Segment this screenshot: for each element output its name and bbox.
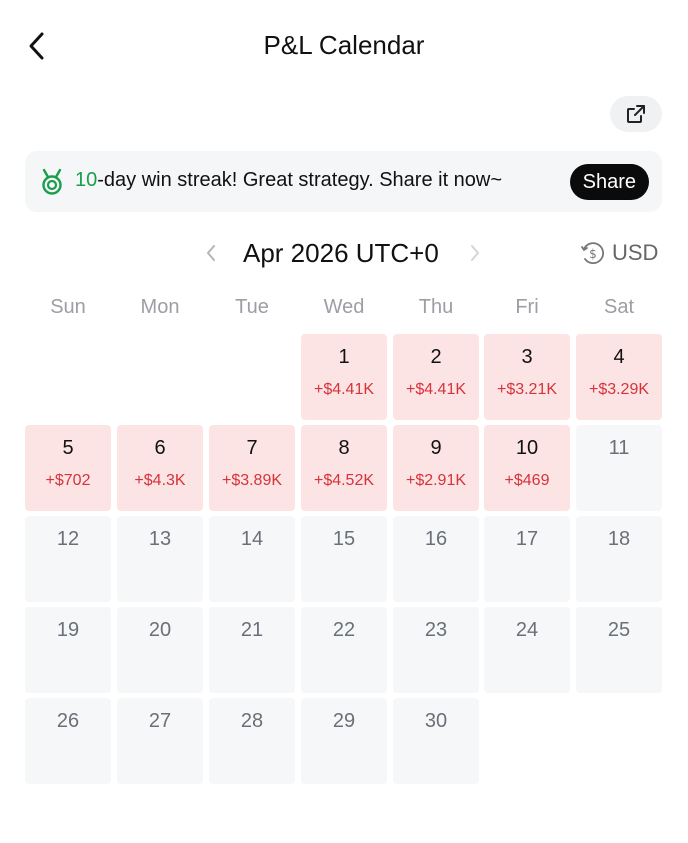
day-number: 14 [240, 528, 264, 550]
day-number: 9 [430, 437, 442, 459]
day-number: 16 [424, 528, 448, 550]
weekday-tue: Tue [235, 296, 269, 318]
day-cell[interactable]: 26 [25, 698, 111, 784]
header: P&L Calendar [0, 0, 688, 94]
day-cell[interactable]: 2 +$4.41K [393, 334, 479, 420]
day-cell[interactable]: 30 [393, 698, 479, 784]
chevron-left-icon [207, 245, 215, 261]
prev-month-button[interactable] [200, 240, 222, 266]
weekday-mon: Mon [140, 296, 180, 318]
day-cell[interactable]: 21 [209, 607, 295, 693]
svg-text:$: $ [589, 247, 597, 261]
day-cell[interactable]: 9 +$2.91K [393, 425, 479, 511]
day-number: 15 [332, 528, 356, 550]
day-cell[interactable]: 7 +$3.89K [209, 425, 295, 511]
day-cell[interactable]: 4 +$3.29K [576, 334, 662, 420]
day-cell[interactable]: 16 [393, 516, 479, 602]
day-number: 13 [148, 528, 172, 550]
share-external-icon [627, 105, 645, 123]
day-number: 23 [424, 619, 448, 641]
dollar-coin-icon: $ [581, 242, 604, 264]
day-number: 3 [521, 346, 533, 368]
day-number: 26 [56, 710, 80, 732]
day-number: 7 [246, 437, 258, 459]
day-pnl: +$702 [45, 472, 91, 489]
day-cell[interactable]: 3 +$3.21K [484, 334, 570, 420]
month-label[interactable]: Apr 2026 UTC+0 [243, 238, 439, 269]
day-cell[interactable]: 10 +$469 [484, 425, 570, 511]
day-number: 12 [56, 528, 80, 550]
day-number: 19 [56, 619, 80, 641]
day-cell[interactable]: 17 [484, 516, 570, 602]
day-number: 24 [515, 619, 539, 641]
currency-selector[interactable]: $ USD [580, 240, 658, 266]
share-external-button[interactable] [610, 96, 662, 132]
day-cell[interactable]: 1 +$4.41K [301, 334, 387, 420]
day-number: 29 [332, 710, 356, 732]
weekday-wed: Wed [323, 296, 365, 318]
next-month-button[interactable] [464, 240, 486, 266]
day-number: 10 [515, 437, 539, 459]
share-button[interactable]: Share [569, 164, 649, 200]
day-pnl: +$3.21K [496, 381, 558, 398]
day-number: 28 [240, 710, 264, 732]
weekday-sat: Sat [603, 296, 635, 318]
day-cell[interactable]: 14 [209, 516, 295, 602]
day-cell[interactable]: 19 [25, 607, 111, 693]
day-number: 25 [607, 619, 631, 641]
day-pnl: +$4.52K [313, 472, 375, 489]
day-cell[interactable]: 29 [301, 698, 387, 784]
day-number: 5 [62, 437, 74, 459]
day-number: 21 [240, 619, 264, 641]
day-number: 11 [608, 437, 630, 459]
day-cell[interactable]: 12 [25, 516, 111, 602]
day-pnl: +$2.91K [405, 472, 467, 489]
day-cell[interactable]: 20 [117, 607, 203, 693]
currency-label: USD [612, 240, 659, 265]
day-cell[interactable]: 11 [576, 425, 662, 511]
day-number: 4 [613, 346, 625, 368]
day-number: 18 [607, 528, 631, 550]
day-pnl: +$4.41K [313, 381, 375, 398]
day-number: 17 [515, 528, 539, 550]
day-cell[interactable]: 18 [576, 516, 662, 602]
day-cell[interactable]: 22 [301, 607, 387, 693]
day-cell[interactable]: 25 [576, 607, 662, 693]
day-number: 27 [148, 710, 172, 732]
day-cell[interactable]: 27 [117, 698, 203, 784]
day-pnl: +$4.41K [405, 381, 467, 398]
win-streak-banner: 10-day win streak! Great strategy. Share… [25, 151, 662, 212]
day-cell[interactable]: 23 [393, 607, 479, 693]
trophy-icon [42, 168, 62, 195]
month-navigation: Apr 2026 UTC+0 $ USD [0, 232, 688, 276]
streak-count: 10 [75, 169, 98, 191]
weekday-fri: Fri [515, 296, 539, 318]
day-pnl: +$4.3K [134, 472, 186, 489]
day-cell[interactable]: 6 +$4.3K [117, 425, 203, 511]
weekday-sun: Sun [50, 296, 86, 318]
day-number: 30 [424, 710, 448, 732]
day-number: 20 [148, 619, 172, 641]
day-pnl: +$3.29K [588, 381, 650, 398]
day-number: 6 [154, 437, 166, 459]
day-cell[interactable]: 28 [209, 698, 295, 784]
day-pnl: +$3.89K [221, 472, 283, 489]
day-cell[interactable]: 15 [301, 516, 387, 602]
day-cell[interactable]: 24 [484, 607, 570, 693]
streak-message: 10-day win streak! Great strategy. Share… [75, 169, 502, 192]
streak-text: -day win streak! Great strategy. Share i… [97, 169, 503, 191]
day-number: 1 [338, 346, 350, 368]
day-cell[interactable]: 5 +$702 [25, 425, 111, 511]
weekday-thu: Thu [418, 296, 454, 318]
day-number: 22 [332, 619, 356, 641]
day-pnl: +$469 [504, 472, 550, 489]
chevron-right-icon [471, 245, 479, 261]
page-title: P&L Calendar [263, 30, 425, 60]
day-number: 8 [338, 437, 350, 459]
day-cell[interactable]: 13 [117, 516, 203, 602]
day-number: 2 [430, 346, 442, 368]
day-cell[interactable]: 8 +$4.52K [301, 425, 387, 511]
